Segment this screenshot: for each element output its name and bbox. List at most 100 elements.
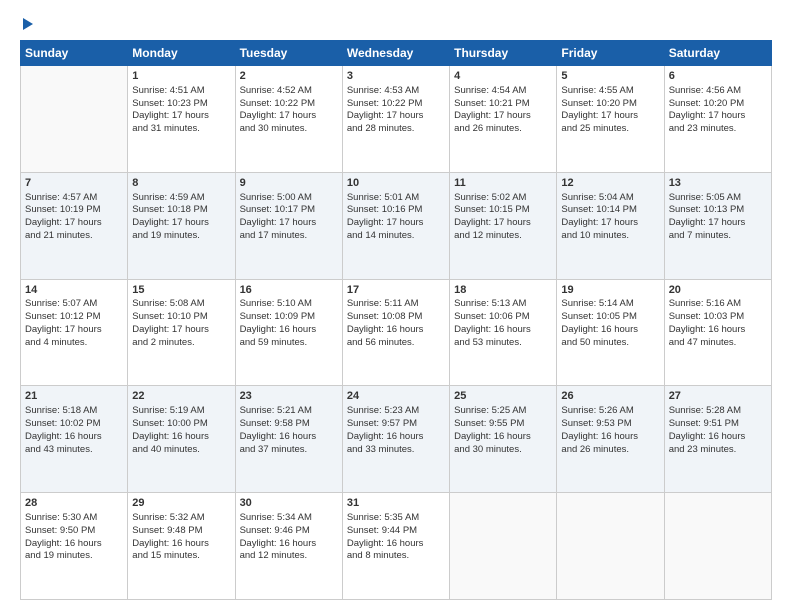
calendar-cell: 26Sunrise: 5:26 AM Sunset: 9:53 PM Dayli… <box>557 386 664 493</box>
day-number: 30 <box>240 496 338 511</box>
calendar-cell <box>21 66 128 173</box>
day-info: Sunrise: 4:57 AM Sunset: 10:19 PM Daylig… <box>25 192 123 243</box>
weekday-header-thursday: Thursday <box>450 41 557 66</box>
day-info: Sunrise: 5:05 AM Sunset: 10:13 PM Daylig… <box>669 192 767 243</box>
calendar-cell: 30Sunrise: 5:34 AM Sunset: 9:46 PM Dayli… <box>235 493 342 600</box>
calendar-cell <box>664 493 771 600</box>
day-info: Sunrise: 5:10 AM Sunset: 10:09 PM Daylig… <box>240 298 338 349</box>
day-number: 18 <box>454 283 552 298</box>
calendar-cell: 4Sunrise: 4:54 AM Sunset: 10:21 PM Dayli… <box>450 66 557 173</box>
calendar-week-row: 7Sunrise: 4:57 AM Sunset: 10:19 PM Dayli… <box>21 172 772 279</box>
day-info: Sunrise: 4:59 AM Sunset: 10:18 PM Daylig… <box>132 192 230 243</box>
day-info: Sunrise: 5:18 AM Sunset: 10:02 PM Daylig… <box>25 405 123 456</box>
day-number: 31 <box>347 496 445 511</box>
calendar-cell: 11Sunrise: 5:02 AM Sunset: 10:15 PM Dayl… <box>450 172 557 279</box>
calendar-cell: 31Sunrise: 5:35 AM Sunset: 9:44 PM Dayli… <box>342 493 449 600</box>
day-info: Sunrise: 5:28 AM Sunset: 9:51 PM Dayligh… <box>669 405 767 456</box>
day-info: Sunrise: 5:02 AM Sunset: 10:15 PM Daylig… <box>454 192 552 243</box>
calendar-cell: 23Sunrise: 5:21 AM Sunset: 9:58 PM Dayli… <box>235 386 342 493</box>
day-number: 8 <box>132 176 230 191</box>
day-info: Sunrise: 5:01 AM Sunset: 10:16 PM Daylig… <box>347 192 445 243</box>
day-info: Sunrise: 5:13 AM Sunset: 10:06 PM Daylig… <box>454 298 552 349</box>
calendar-cell: 21Sunrise: 5:18 AM Sunset: 10:02 PM Dayl… <box>21 386 128 493</box>
calendar-cell <box>450 493 557 600</box>
day-info: Sunrise: 5:00 AM Sunset: 10:17 PM Daylig… <box>240 192 338 243</box>
day-number: 25 <box>454 389 552 404</box>
day-info: Sunrise: 5:30 AM Sunset: 9:50 PM Dayligh… <box>25 512 123 563</box>
calendar-cell: 8Sunrise: 4:59 AM Sunset: 10:18 PM Dayli… <box>128 172 235 279</box>
day-number: 9 <box>240 176 338 191</box>
day-info: Sunrise: 4:54 AM Sunset: 10:21 PM Daylig… <box>454 85 552 136</box>
weekday-header-friday: Friday <box>557 41 664 66</box>
page: SundayMondayTuesdayWednesdayThursdayFrid… <box>0 0 792 612</box>
day-number: 5 <box>561 69 659 84</box>
calendar-cell: 16Sunrise: 5:10 AM Sunset: 10:09 PM Dayl… <box>235 279 342 386</box>
calendar-cell: 3Sunrise: 4:53 AM Sunset: 10:22 PM Dayli… <box>342 66 449 173</box>
calendar-cell: 18Sunrise: 5:13 AM Sunset: 10:06 PM Dayl… <box>450 279 557 386</box>
calendar-week-row: 1Sunrise: 4:51 AM Sunset: 10:23 PM Dayli… <box>21 66 772 173</box>
day-info: Sunrise: 5:19 AM Sunset: 10:00 PM Daylig… <box>132 405 230 456</box>
day-number: 4 <box>454 69 552 84</box>
calendar-cell: 15Sunrise: 5:08 AM Sunset: 10:10 PM Dayl… <box>128 279 235 386</box>
calendar-cell: 14Sunrise: 5:07 AM Sunset: 10:12 PM Dayl… <box>21 279 128 386</box>
calendar-cell: 20Sunrise: 5:16 AM Sunset: 10:03 PM Dayl… <box>664 279 771 386</box>
day-number: 13 <box>669 176 767 191</box>
day-number: 27 <box>669 389 767 404</box>
day-info: Sunrise: 5:35 AM Sunset: 9:44 PM Dayligh… <box>347 512 445 563</box>
day-info: Sunrise: 5:07 AM Sunset: 10:12 PM Daylig… <box>25 298 123 349</box>
day-number: 24 <box>347 389 445 404</box>
day-info: Sunrise: 5:14 AM Sunset: 10:05 PM Daylig… <box>561 298 659 349</box>
day-number: 22 <box>132 389 230 404</box>
day-info: Sunrise: 5:16 AM Sunset: 10:03 PM Daylig… <box>669 298 767 349</box>
day-info: Sunrise: 4:56 AM Sunset: 10:20 PM Daylig… <box>669 85 767 136</box>
day-info: Sunrise: 4:51 AM Sunset: 10:23 PM Daylig… <box>132 85 230 136</box>
calendar-cell: 29Sunrise: 5:32 AM Sunset: 9:48 PM Dayli… <box>128 493 235 600</box>
logo <box>20 16 33 30</box>
day-info: Sunrise: 5:32 AM Sunset: 9:48 PM Dayligh… <box>132 512 230 563</box>
weekday-header-wednesday: Wednesday <box>342 41 449 66</box>
calendar-table: SundayMondayTuesdayWednesdayThursdayFrid… <box>20 40 772 600</box>
day-number: 19 <box>561 283 659 298</box>
day-number: 16 <box>240 283 338 298</box>
header <box>20 16 772 30</box>
calendar-cell: 6Sunrise: 4:56 AM Sunset: 10:20 PM Dayli… <box>664 66 771 173</box>
day-info: Sunrise: 4:53 AM Sunset: 10:22 PM Daylig… <box>347 85 445 136</box>
calendar-cell: 12Sunrise: 5:04 AM Sunset: 10:14 PM Dayl… <box>557 172 664 279</box>
logo-arrow-icon <box>23 18 33 30</box>
weekday-header-monday: Monday <box>128 41 235 66</box>
calendar-cell: 27Sunrise: 5:28 AM Sunset: 9:51 PM Dayli… <box>664 386 771 493</box>
weekday-header-saturday: Saturday <box>664 41 771 66</box>
calendar-cell: 2Sunrise: 4:52 AM Sunset: 10:22 PM Dayli… <box>235 66 342 173</box>
day-number: 14 <box>25 283 123 298</box>
day-info: Sunrise: 4:52 AM Sunset: 10:22 PM Daylig… <box>240 85 338 136</box>
day-number: 20 <box>669 283 767 298</box>
calendar-cell: 1Sunrise: 4:51 AM Sunset: 10:23 PM Dayli… <box>128 66 235 173</box>
calendar-cell <box>557 493 664 600</box>
calendar-cell: 10Sunrise: 5:01 AM Sunset: 10:16 PM Dayl… <box>342 172 449 279</box>
day-number: 17 <box>347 283 445 298</box>
day-info: Sunrise: 4:55 AM Sunset: 10:20 PM Daylig… <box>561 85 659 136</box>
weekday-header-tuesday: Tuesday <box>235 41 342 66</box>
weekday-header-row: SundayMondayTuesdayWednesdayThursdayFrid… <box>21 41 772 66</box>
day-number: 26 <box>561 389 659 404</box>
day-number: 28 <box>25 496 123 511</box>
day-number: 12 <box>561 176 659 191</box>
day-number: 21 <box>25 389 123 404</box>
day-number: 2 <box>240 69 338 84</box>
calendar-cell: 19Sunrise: 5:14 AM Sunset: 10:05 PM Dayl… <box>557 279 664 386</box>
day-number: 6 <box>669 69 767 84</box>
calendar-cell: 25Sunrise: 5:25 AM Sunset: 9:55 PM Dayli… <box>450 386 557 493</box>
calendar-cell: 24Sunrise: 5:23 AM Sunset: 9:57 PM Dayli… <box>342 386 449 493</box>
day-info: Sunrise: 5:34 AM Sunset: 9:46 PM Dayligh… <box>240 512 338 563</box>
day-number: 23 <box>240 389 338 404</box>
day-info: Sunrise: 5:26 AM Sunset: 9:53 PM Dayligh… <box>561 405 659 456</box>
day-info: Sunrise: 5:25 AM Sunset: 9:55 PM Dayligh… <box>454 405 552 456</box>
day-info: Sunrise: 5:04 AM Sunset: 10:14 PM Daylig… <box>561 192 659 243</box>
calendar-cell: 7Sunrise: 4:57 AM Sunset: 10:19 PM Dayli… <box>21 172 128 279</box>
day-number: 1 <box>132 69 230 84</box>
calendar-cell: 9Sunrise: 5:00 AM Sunset: 10:17 PM Dayli… <box>235 172 342 279</box>
calendar-cell: 22Sunrise: 5:19 AM Sunset: 10:00 PM Dayl… <box>128 386 235 493</box>
weekday-header-sunday: Sunday <box>21 41 128 66</box>
day-info: Sunrise: 5:21 AM Sunset: 9:58 PM Dayligh… <box>240 405 338 456</box>
calendar-cell: 17Sunrise: 5:11 AM Sunset: 10:08 PM Dayl… <box>342 279 449 386</box>
